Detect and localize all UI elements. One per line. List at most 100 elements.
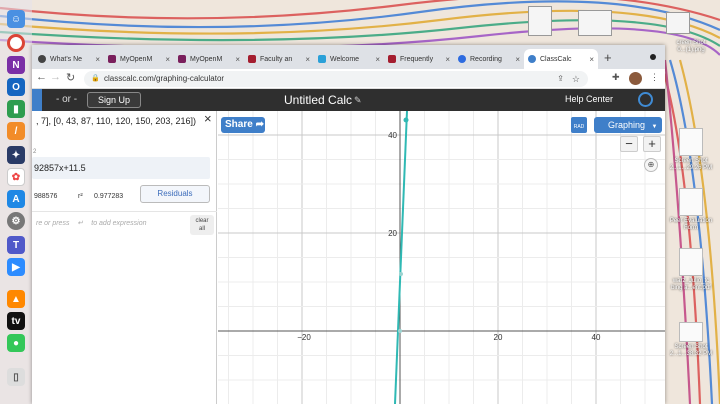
desktop-document-thumbnail[interactable]: [666, 12, 690, 34]
sign-up-button[interactable]: Sign Up: [87, 92, 141, 108]
browser-tab[interactable]: MyOpenM ×: [174, 49, 244, 69]
tab-label: MyOpenM: [120, 55, 153, 63]
pencil-icon[interactable]: /: [7, 122, 25, 140]
desktop-file[interactable]: Screen Shot 2...1...38.32 PM: [663, 322, 719, 358]
data-point[interactable]: [398, 329, 402, 333]
appstore-icon[interactable]: A: [7, 190, 25, 208]
numbers-icon[interactable]: ▮: [7, 100, 25, 118]
outlook-icon[interactable]: O: [7, 78, 25, 96]
clear-all-label: all: [198, 226, 205, 232]
browser-tab[interactable]: Frequently ×: [384, 49, 454, 69]
close-tab-icon[interactable]: ×: [165, 55, 170, 64]
r-squared-value: 0.977283: [94, 193, 124, 200]
stat-label: r²: [78, 193, 83, 200]
desktop-file[interactable]: Screen Shot 2...1...29.26 PM: [663, 128, 719, 172]
graph-canvas[interactable]: −20 20 40 40 20 Share ➦ RAD Graphing ▼ −…: [218, 111, 665, 404]
close-tab-icon[interactable]: ×: [515, 55, 520, 64]
data-point[interactable]: [399, 272, 403, 276]
desktop-file-label: Screen Shot 2...1...38.32 PM: [669, 344, 713, 357]
share-arrow-icon: ➦: [255, 119, 264, 130]
tab-label: What's Ne: [50, 55, 83, 63]
x-tick-label: 20: [494, 333, 503, 342]
desktop-file[interactable]: creen Shot 0...(1).png: [663, 40, 719, 54]
share-label: Share: [225, 119, 253, 130]
close-tab-icon[interactable]: ×: [95, 55, 100, 64]
extensions-icon[interactable]: ✚: [612, 72, 620, 83]
y-tick-label: 40: [388, 131, 397, 140]
desktop-file-label: Screen Shot 2...1...29.26 PM: [669, 158, 713, 171]
appletv-icon[interactable]: tv: [7, 312, 25, 330]
browser-tab[interactable]: MyOpenM ×: [104, 49, 174, 69]
onenote-icon[interactable]: N: [7, 56, 25, 74]
vlc-icon[interactable]: ▲: [7, 290, 25, 308]
profile-avatar[interactable]: [629, 72, 642, 85]
desktop-file[interactable]: warz_Julio_tc bing a...ent.pdf: [663, 248, 719, 292]
tab-favicon: [318, 55, 326, 63]
graph-plot[interactable]: −20 20 40 40 20: [218, 111, 665, 404]
browser-tab-active[interactable]: ClassCalc ×: [524, 49, 598, 69]
browser-tab[interactable]: Recording ×: [454, 49, 524, 69]
browser-tab[interactable]: Welcome ×: [314, 49, 384, 69]
file-thumbnail: [679, 188, 703, 216]
tab-label: Welcome: [330, 55, 360, 63]
settings-icon[interactable]: ⚙: [7, 212, 25, 230]
photos-icon[interactable]: ✿: [7, 168, 25, 186]
teams-icon[interactable]: T: [7, 236, 25, 254]
chrome-icon[interactable]: [7, 34, 25, 52]
bookmark-star-icon[interactable]: ☆: [572, 71, 580, 87]
close-tab-icon[interactable]: ×: [305, 55, 310, 64]
finder-icon[interactable]: ☺: [7, 10, 25, 28]
url-field[interactable]: 🔒 classcalc.com/graphing-calculator ⇪ ☆: [84, 71, 588, 87]
rad-toggle[interactable]: RAD: [571, 117, 587, 133]
file-thumbnail: [679, 322, 703, 342]
graphing-dropdown[interactable]: Graphing ▼: [594, 117, 662, 133]
expression-input[interactable]: , 7], [0, 43, 87, 110, 120, 150, 203, 21…: [32, 116, 217, 126]
tab-label: Frequently: [400, 55, 434, 63]
close-tab-icon[interactable]: ×: [589, 55, 594, 64]
back-icon[interactable]: ←: [36, 71, 47, 83]
graphing-label: Graphing: [608, 120, 646, 130]
tab-label: Recording: [470, 55, 502, 63]
share-page-icon[interactable]: ⇪: [557, 71, 564, 87]
desktop-document-thumbnail[interactable]: [578, 10, 612, 36]
enter-icon: ↵: [77, 220, 84, 227]
address-bar: ← → ↻ 🔒 classcalc.com/graphing-calculato…: [32, 69, 665, 89]
close-tab-icon[interactable]: ×: [445, 55, 450, 64]
home-zoom-icon[interactable]: ⊕: [644, 158, 658, 172]
messages-icon[interactable]: ●: [7, 334, 25, 352]
new-expression-hint[interactable]: re or press ↵ to add expression: [32, 219, 147, 227]
tab-favicon: [108, 55, 116, 63]
data-point[interactable]: [403, 117, 409, 123]
desktop-file[interactable]: Peer Evaluation Form: [663, 188, 719, 232]
edit-title-icon[interactable]: ✎: [354, 95, 362, 106]
zoom-in-button[interactable]: +: [643, 136, 661, 152]
hint-text: to add expression: [91, 220, 147, 227]
help-center-link[interactable]: Help Center: [565, 94, 613, 104]
menu-icon[interactable]: ⋮: [650, 72, 659, 83]
close-tab-icon[interactable]: ×: [235, 55, 240, 64]
tab-favicon: [38, 55, 46, 63]
desktop-file-label: Peer Evaluation Form: [669, 218, 713, 231]
expression-index-label: 2: [33, 149, 37, 155]
browser-window: What's Ne × MyOpenM × MyOpenM × Faculty …: [32, 45, 665, 404]
page-title[interactable]: Untitled Calc: [284, 93, 352, 107]
zoom-icon[interactable]: ▶: [7, 258, 25, 276]
reload-icon[interactable]: ↻: [66, 71, 75, 84]
browser-tab[interactable]: What's Ne ×: [34, 49, 104, 69]
new-tab-button[interactable]: +: [604, 50, 612, 65]
browser-tab[interactable]: Faculty an ×: [244, 49, 314, 69]
window-status-dot[interactable]: [650, 54, 656, 60]
zoom-out-button[interactable]: −: [620, 136, 638, 152]
notes-icon[interactable]: ✦: [7, 146, 25, 164]
y-tick-label: 20: [388, 229, 397, 238]
forward-icon[interactable]: →: [50, 71, 61, 83]
or-text: - or -: [56, 94, 78, 105]
trash-icon[interactable]: ▯: [7, 368, 25, 386]
close-icon[interactable]: ×: [204, 111, 212, 126]
close-tab-icon[interactable]: ×: [375, 55, 380, 64]
clear-all-button[interactable]: clear all: [190, 215, 214, 235]
file-thumbnail: [679, 248, 703, 276]
share-button[interactable]: Share ➦: [221, 117, 265, 133]
residuals-button[interactable]: Residuals: [140, 185, 210, 203]
desktop-document-thumbnail[interactable]: [528, 6, 552, 36]
